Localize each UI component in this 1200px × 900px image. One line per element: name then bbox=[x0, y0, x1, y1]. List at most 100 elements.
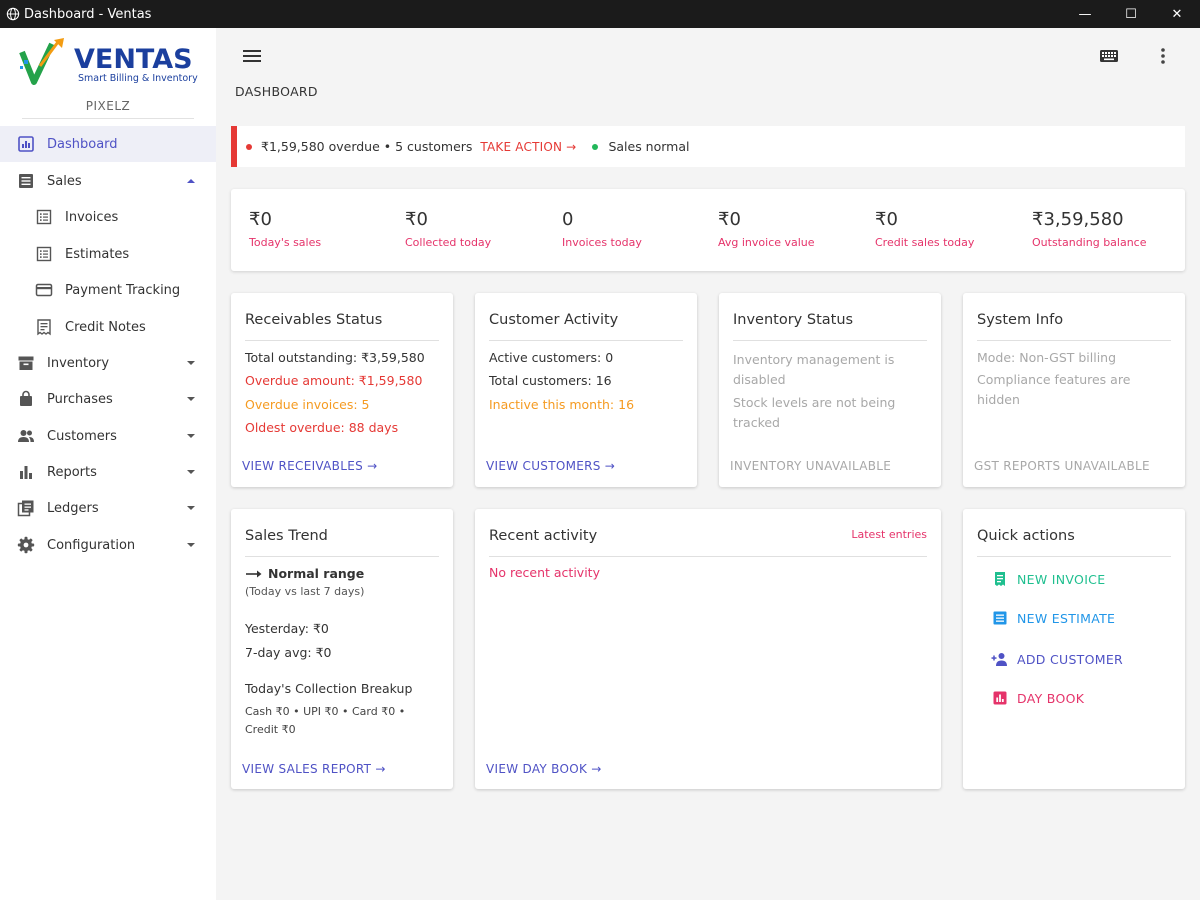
sidebar-item-label: Reports bbox=[47, 464, 97, 480]
kpi-value: ₹0 bbox=[405, 209, 428, 230]
invoice-icon bbox=[35, 208, 53, 226]
sidebar-item-configuration[interactable]: Configuration bbox=[0, 527, 216, 563]
action-label: DAY BOOK bbox=[1017, 690, 1085, 706]
reports-icon bbox=[17, 463, 35, 481]
view-day-book-link[interactable]: VIEW DAY BOOK → bbox=[486, 762, 602, 776]
card-divider bbox=[245, 340, 439, 341]
sidebar-item-label: Credit Notes bbox=[65, 319, 146, 335]
chevron-down-icon bbox=[187, 397, 195, 401]
kpi-label: Avg invoice value bbox=[718, 236, 815, 249]
globe-icon bbox=[6, 7, 20, 21]
estimate-icon bbox=[35, 245, 53, 263]
latest-entries-tag: Latest entries bbox=[851, 528, 927, 541]
kpi-value: ₹0 bbox=[718, 209, 741, 230]
card-title: Recent activity bbox=[489, 528, 598, 544]
yesterday-sales: Yesterday: ₹0 bbox=[245, 621, 329, 636]
menu-icon[interactable] bbox=[243, 48, 261, 64]
sidebar-item-dashboard[interactable]: Dashboard bbox=[0, 126, 216, 162]
keyboard-icon[interactable] bbox=[1099, 48, 1119, 64]
alert-dot-icon bbox=[246, 143, 252, 150]
sidebar-item-sales[interactable]: Sales bbox=[0, 163, 216, 199]
credit-note-icon bbox=[35, 318, 53, 336]
sidebar-item-label: Invoices bbox=[65, 209, 119, 225]
sidebar-item-inventory[interactable]: Inventory bbox=[0, 345, 216, 381]
action-label: NEW ESTIMATE bbox=[1017, 610, 1116, 626]
sidebar-item-ledgers[interactable]: Ledgers bbox=[0, 490, 216, 526]
sidebar-item-label: Customers bbox=[47, 428, 117, 444]
chevron-down-icon bbox=[187, 506, 195, 510]
add-customer-button[interactable]: ADD CUSTOMER bbox=[991, 649, 1123, 669]
chevron-down-icon bbox=[187, 470, 195, 474]
kpi-value: ₹0 bbox=[249, 209, 272, 230]
inactive-customers: Inactive this month: 16 bbox=[489, 397, 635, 412]
purchases-icon bbox=[17, 390, 35, 408]
sales-trend-card: Sales Trend Normal range (Today vs last … bbox=[231, 509, 453, 789]
kpi-summary: ₹0 Today's sales ₹0 Collected today 0 In… bbox=[231, 189, 1185, 271]
collection-breakup: Cash ₹0 • UPI ₹0 • Card ₹0 • Credit ₹0 bbox=[245, 705, 406, 736]
customer-activity-card: Customer Activity Active customers: 0 To… bbox=[475, 293, 697, 487]
gst-reports-unavailable-label: GST REPORTS UNAVAILABLE bbox=[974, 459, 1150, 473]
card-divider bbox=[733, 340, 927, 341]
kpi-credit-sales-today: ₹0 Credit sales today bbox=[875, 209, 974, 249]
view-sales-report-link[interactable]: VIEW SALES REPORT → bbox=[242, 762, 386, 776]
sidebar-item-invoices[interactable]: Invoices bbox=[0, 199, 216, 235]
kpi-value: 0 bbox=[562, 209, 574, 230]
seven-day-avg: 7-day avg: ₹0 bbox=[245, 645, 332, 660]
sidebar-item-purchases[interactable]: Purchases bbox=[0, 381, 216, 417]
inventory-unavailable-label: INVENTORY UNAVAILABLE bbox=[730, 459, 892, 473]
take-action-link[interactable]: TAKE ACTION → bbox=[480, 140, 576, 154]
add-person-icon bbox=[991, 650, 1009, 668]
maximize-button[interactable]: ☐ bbox=[1108, 0, 1154, 28]
sidebar-item-label: Dashboard bbox=[47, 136, 118, 152]
sidebar-item-label: Purchases bbox=[47, 391, 113, 407]
view-customers-link[interactable]: VIEW CUSTOMERS → bbox=[486, 459, 615, 473]
sidebar-item-payment-tracking[interactable]: Payment Tracking bbox=[0, 272, 216, 308]
new-estimate-button[interactable]: NEW ESTIMATE bbox=[991, 608, 1115, 628]
card-title: Receivables Status bbox=[245, 312, 383, 328]
status-dot-icon bbox=[592, 143, 599, 150]
card-title: Quick actions bbox=[977, 528, 1075, 544]
kpi-todays-sales: ₹0 Today's sales bbox=[249, 209, 321, 249]
logo-divider bbox=[22, 118, 194, 119]
inventory-status-card: Inventory Status Inventory management is… bbox=[719, 293, 941, 487]
card-divider bbox=[489, 340, 683, 341]
kpi-label: Invoices today bbox=[562, 236, 642, 249]
list-icon bbox=[991, 609, 1009, 627]
new-invoice-button[interactable]: NEW INVOICE bbox=[991, 569, 1105, 589]
chevron-down-icon bbox=[187, 543, 195, 547]
card-title: Sales Trend bbox=[245, 528, 328, 544]
brand-logo: VENTAS Smart Billing & Inventory bbox=[18, 38, 198, 88]
kpi-value: ₹0 bbox=[875, 209, 898, 230]
window-titlebar: Dashboard - Ventas — ☐ ✕ bbox=[0, 0, 1200, 28]
kpi-value: ₹3,59,580 bbox=[1032, 209, 1124, 230]
card-divider bbox=[977, 340, 1171, 341]
sidebar-item-credit-notes[interactable]: Credit Notes bbox=[0, 309, 216, 345]
chart-icon bbox=[991, 689, 1009, 707]
card-icon bbox=[35, 281, 53, 299]
sidebar-item-customers[interactable]: Customers bbox=[0, 418, 216, 454]
minimize-button[interactable]: — bbox=[1062, 0, 1108, 28]
close-button[interactable]: ✕ bbox=[1154, 0, 1200, 28]
sidebar-item-label: Payment Tracking bbox=[65, 282, 181, 298]
overdue-alert: ₹1,59,580 overdue • 5 customers TAKE ACT… bbox=[231, 126, 1185, 167]
gear-icon bbox=[17, 536, 35, 554]
customers-icon bbox=[17, 427, 35, 445]
dashboard-icon bbox=[17, 135, 35, 153]
active-customers: Active customers: 0 bbox=[489, 350, 614, 365]
oldest-overdue: Oldest overdue: 88 days bbox=[245, 420, 399, 435]
action-label: NEW INVOICE bbox=[1017, 571, 1106, 587]
kpi-label: Outstanding balance bbox=[1032, 236, 1147, 249]
card-divider bbox=[245, 556, 439, 557]
day-book-button[interactable]: DAY BOOK bbox=[991, 688, 1084, 708]
kpi-avg-invoice-value: ₹0 Avg invoice value bbox=[718, 209, 815, 249]
more-options-icon[interactable] bbox=[1156, 46, 1170, 66]
card-divider bbox=[977, 556, 1171, 557]
sidebar-item-reports[interactable]: Reports bbox=[0, 454, 216, 490]
view-receivables-link[interactable]: VIEW RECEIVABLES → bbox=[242, 459, 377, 473]
sidebar-item-label: Estimates bbox=[65, 246, 130, 262]
trend-subtitle: (Today vs last 7 days) bbox=[245, 585, 365, 598]
sidebar-item-estimates[interactable]: Estimates bbox=[0, 236, 216, 272]
trend-status: Normal range bbox=[245, 566, 364, 581]
kpi-label: Today's sales bbox=[249, 236, 322, 249]
sidebar-item-label: Sales bbox=[47, 173, 82, 189]
